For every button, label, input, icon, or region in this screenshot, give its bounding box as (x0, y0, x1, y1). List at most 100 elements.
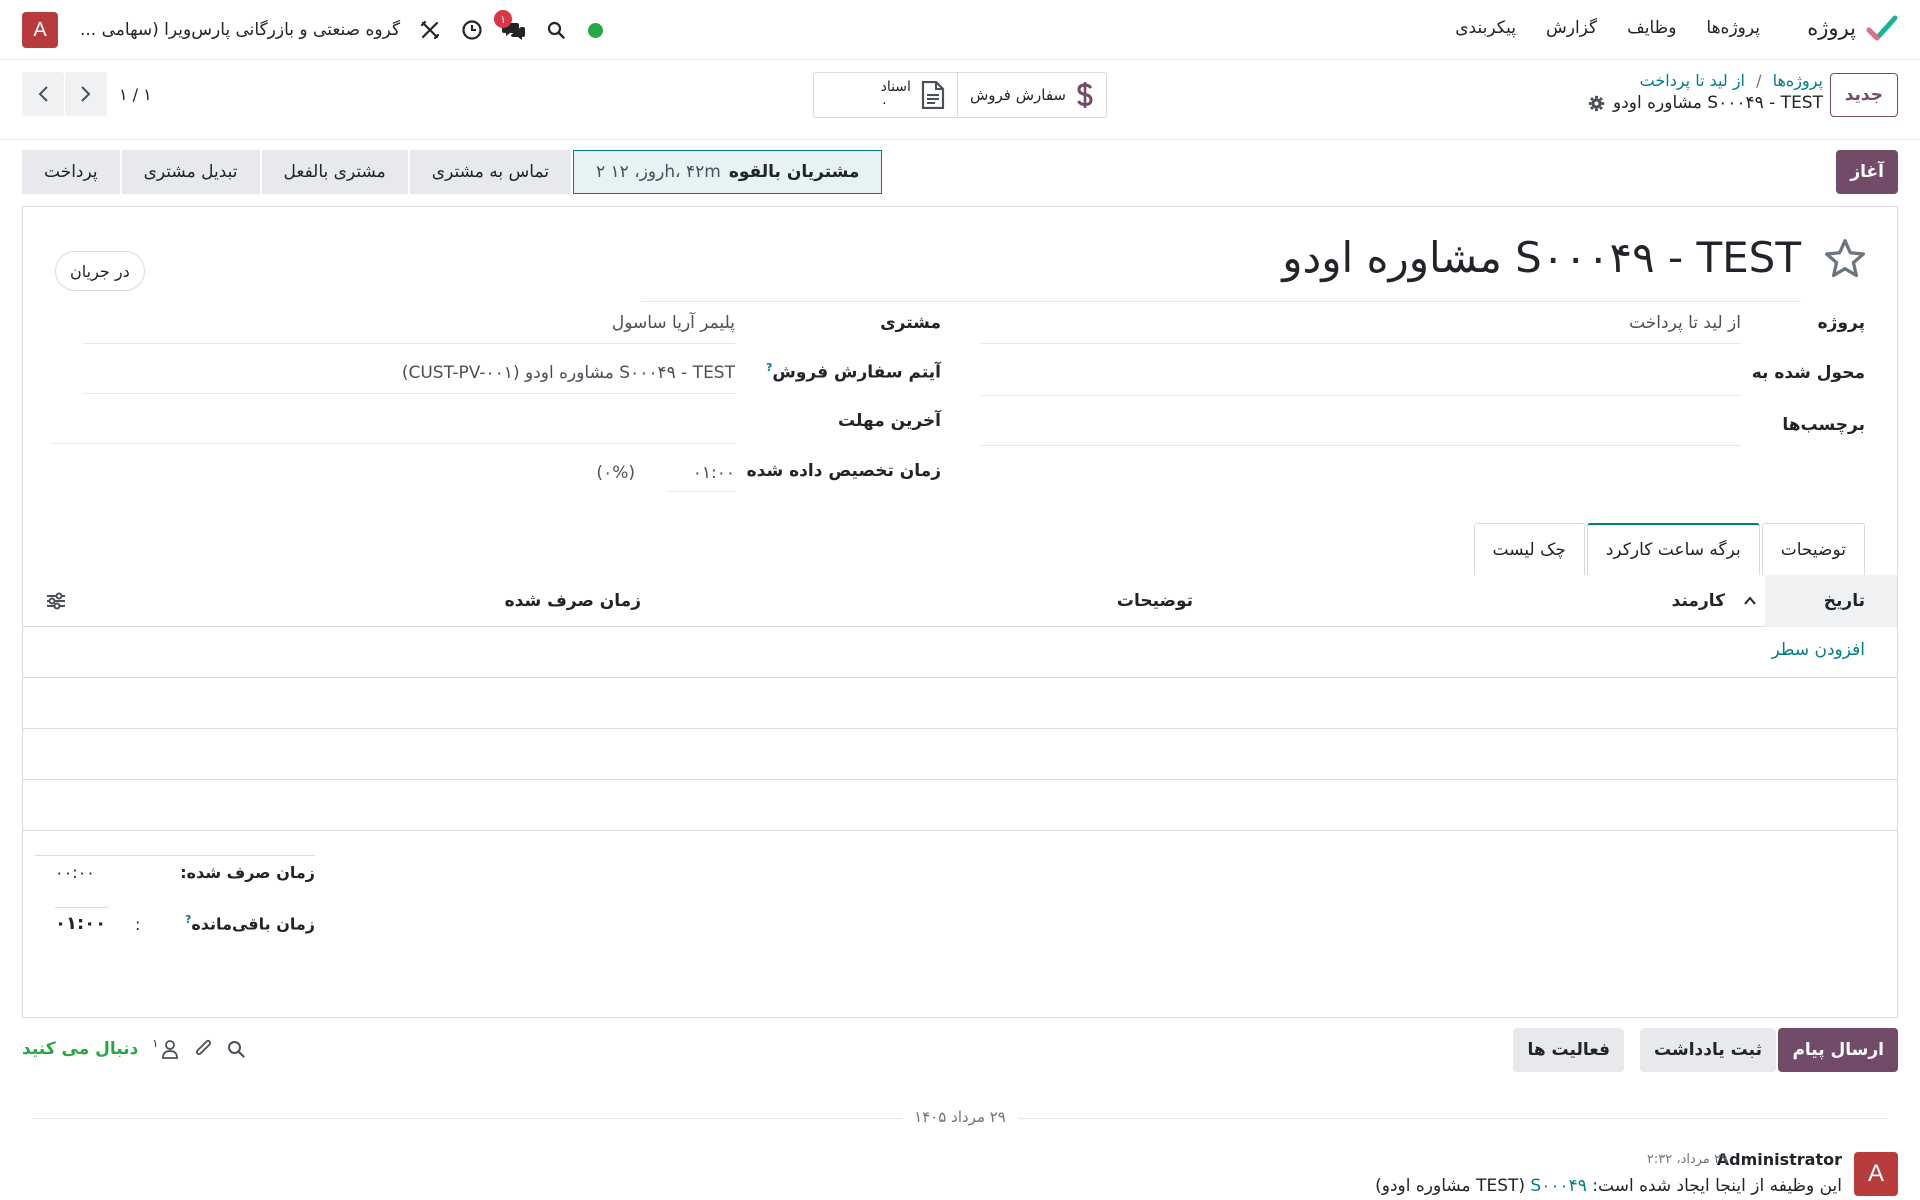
paperclip-icon[interactable] (193, 1038, 213, 1060)
sale-line-field[interactable]: S۰۰۰۴۹ - TEST مشاوره اودو (CUST-PV-۰۰۱) (402, 363, 735, 383)
stage-label: مشتری بالفعل (283, 162, 386, 182)
top-navbar: پروژه پروژه‌ها وظایف گزارش پیکربندی A گر… (0, 0, 1920, 60)
stage-contact-customer[interactable]: تماس به مشتری (409, 150, 571, 194)
search-icon[interactable] (544, 18, 568, 42)
document-icon (921, 81, 945, 109)
new-button[interactable]: جدید (1829, 73, 1898, 117)
search-icon[interactable] (227, 1040, 245, 1058)
presence-status-icon (588, 22, 604, 38)
assignees-field[interactable] (981, 395, 1741, 396)
chat-icon[interactable]: ۱ (494, 10, 526, 42)
tags-field[interactable] (981, 445, 1741, 446)
menu-tasks[interactable]: وظایف (1627, 18, 1676, 38)
main-menu: پروژه‌ها وظایف گزارش پیکربندی (1455, 18, 1760, 38)
allocated-hours-line (667, 491, 735, 492)
activities-button[interactable]: فعالیت ها (1513, 1028, 1624, 1072)
project-field[interactable]: از لید تا پرداخت (1629, 313, 1741, 333)
title-underline (641, 301, 1801, 302)
app-name: پروژه (1807, 16, 1856, 40)
tab-description[interactable]: توضیحات (1761, 523, 1865, 575)
task-title[interactable]: S۰۰۰۴۹ - TEST مشاوره اودو (1282, 233, 1801, 282)
stage-actual-customer[interactable]: مشتری بالفعل (261, 150, 408, 194)
customer-field[interactable]: پلیمر آریا ساسول (612, 313, 735, 333)
chevron-left-icon (38, 86, 48, 102)
breadcrumb-projects[interactable]: پروژه‌ها (1773, 71, 1823, 90)
send-message-button[interactable]: ارسال پیام (1778, 1028, 1898, 1072)
deadline-field[interactable] (51, 443, 735, 444)
breadcrumb-separator: / (1756, 71, 1762, 90)
table-row (23, 730, 1897, 780)
deadline-label: آخرین مهلت (838, 411, 941, 431)
documents-count: ۰ (880, 95, 889, 111)
pager-next-button[interactable] (65, 72, 107, 116)
date-separator: ۲۹ مرداد ۱۴۰۵ (32, 1108, 1888, 1128)
remaining-hours-colon: : (135, 915, 141, 934)
clock-icon[interactable] (460, 18, 484, 42)
sale-order-link[interactable]: S۰۰۰۴۹ (1530, 1176, 1586, 1196)
time-spent-total-label: زمان صرف شده: (180, 863, 315, 882)
gear-icon[interactable] (1588, 95, 1605, 112)
start-button[interactable]: آغاز (1836, 150, 1898, 194)
allocated-hours-field[interactable]: ۰۱:۰۰ (693, 463, 735, 483)
app-brand[interactable]: پروژه (1807, 12, 1898, 44)
column-employee[interactable]: کارمند (1672, 575, 1757, 627)
time-spent-total: ۰۰:۰۰ (55, 863, 95, 882)
column-settings-icon[interactable] (45, 590, 67, 612)
message-author[interactable]: Administrator (1717, 1150, 1842, 1169)
stage-label: پرداخت (44, 162, 98, 182)
sales-order-smart-button[interactable]: سفارش فروش (958, 73, 1106, 117)
column-description[interactable]: توضیحات (1117, 575, 1193, 627)
project-field-line (981, 343, 1741, 344)
author-avatar[interactable]: A (1854, 1152, 1898, 1196)
chat-badge: ۱ (494, 10, 513, 28)
statusbar: آغاز پرداخت تبدیل مشتری مشتری بالفعل تما… (22, 150, 1898, 194)
chevron-right-icon (81, 86, 91, 102)
breadcrumb-project[interactable]: از لید تا پرداخت (1640, 71, 1745, 90)
remaining-separator (55, 907, 109, 908)
followers-count: ۱ (152, 1036, 159, 1050)
customer-field-line (83, 343, 735, 344)
stage-prospects[interactable]: ۲ روز، ۱۲h، ۴۲m مشتریان بالقوه (573, 150, 883, 194)
remaining-hours-total: ۰۱:۰۰ (55, 913, 107, 934)
pager-previous-button[interactable] (22, 72, 64, 116)
assignees-label: محول شده به (1751, 363, 1865, 383)
company-switcher[interactable]: گروه صنعتی و بازرگانی پارس‌ویرا (سهامی .… (80, 20, 400, 40)
follow-button[interactable]: دنبال می کنید (22, 1039, 138, 1059)
table-row (23, 679, 1897, 729)
timesheet-table-header: تاریخ کارمند توضیحات زمان صرف شده (23, 575, 1897, 627)
pager-counter[interactable]: ۱ / ۱ (119, 85, 152, 104)
add-line-link[interactable]: افزودن سطر (1772, 640, 1865, 660)
followers-button[interactable]: ۱ (152, 1036, 179, 1059)
column-date[interactable]: تاریخ (1765, 575, 1897, 627)
tab-checklist[interactable]: چک لیست (1473, 523, 1585, 575)
menu-projects[interactable]: پروژه‌ها (1706, 18, 1760, 38)
stage-payment[interactable]: پرداخت (22, 150, 120, 194)
project-label: پروژه (1817, 313, 1865, 333)
table-row (23, 781, 1897, 831)
menu-configuration[interactable]: پیکربندی (1455, 18, 1516, 38)
star-icon[interactable] (1823, 237, 1867, 281)
user-icon (162, 1040, 179, 1059)
message-date: ۲۹ مرداد، ۲:۳۲ (1646, 1152, 1728, 1167)
stage-selector: پرداخت تبدیل مشتری مشتری بالفعل تماس به … (22, 150, 884, 194)
chatter-message: A Administrator ۲۹ مرداد، ۲:۳۲ این وظیفه… (898, 1150, 1898, 1200)
pager: ۱ / ۱ (22, 72, 152, 116)
tab-timesheets[interactable]: برگه ساعت کارکرد (1586, 523, 1760, 575)
column-time-spent[interactable]: زمان صرف شده (505, 575, 641, 627)
message-body: این وظیفه از اینجا ایجاد شده است: S۰۰۰۴۹… (1375, 1176, 1842, 1196)
sale-line-label-text: آیتم سفارش فروش (772, 362, 941, 383)
stage-label: تبدیل مشتری (143, 162, 238, 182)
stage-label: مشتریان بالقوه (728, 162, 860, 182)
task-state-button[interactable]: در جریان (55, 251, 145, 291)
allocated-hours-label: زمان تخصیص داده شده (746, 461, 941, 481)
documents-smart-button[interactable]: اسناد ۰ (869, 73, 958, 117)
stage-label: تماس به مشتری (431, 162, 549, 182)
breadcrumb-current: S۰۰۰۴۹ - TEST مشاوره اودو (1613, 93, 1823, 113)
user-avatar[interactable]: A (22, 12, 58, 48)
stage-customer-conversion[interactable]: تبدیل مشتری (121, 150, 260, 194)
log-note-button[interactable]: ثبت یادداشت (1640, 1028, 1776, 1072)
sale-line-label: آیتم سفارش فروش? (763, 361, 941, 383)
form-sheet: S۰۰۰۴۹ - TEST مشاوره اودو در جریان پروژه… (22, 206, 1898, 1018)
debug-tools-icon[interactable] (418, 18, 442, 42)
menu-reporting[interactable]: گزارش (1546, 18, 1597, 38)
